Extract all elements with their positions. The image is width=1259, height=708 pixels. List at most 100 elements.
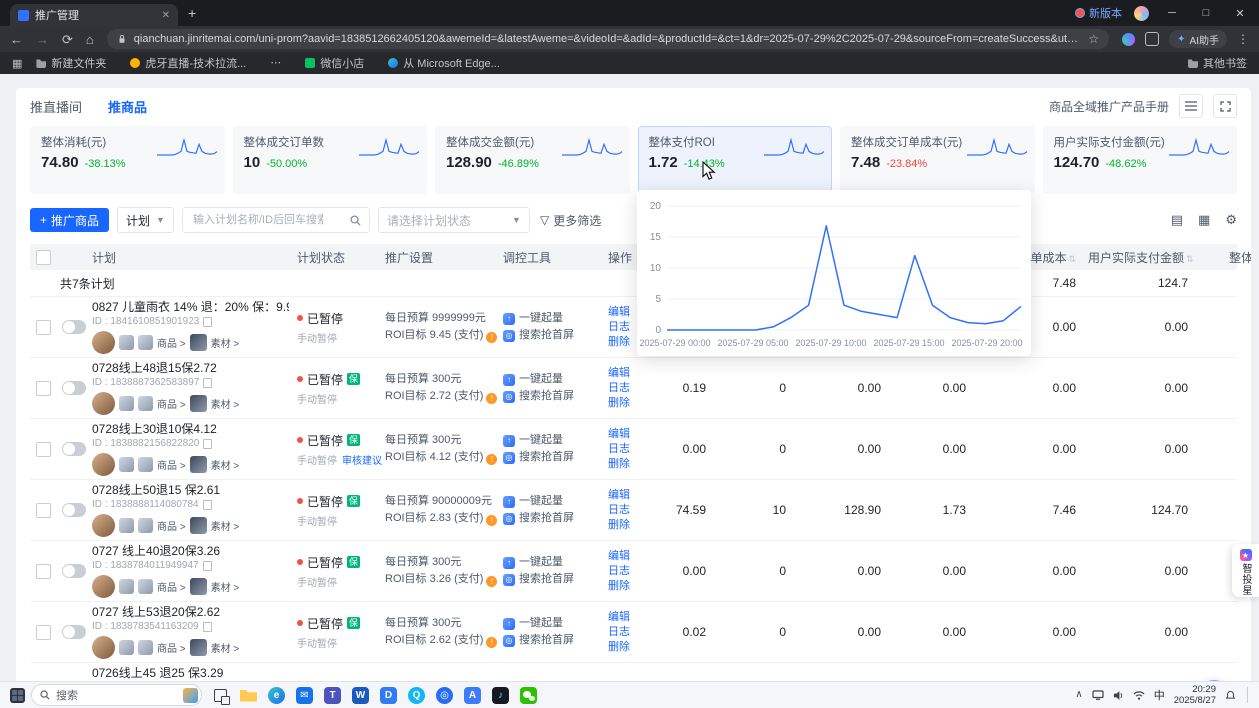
row-checkbox[interactable] (35, 563, 51, 579)
tool-item[interactable]: ◎ 搜索抢首屏 (503, 388, 608, 405)
plan-switch-toggle[interactable] (62, 564, 86, 578)
plan-switch-toggle[interactable] (62, 503, 86, 517)
url-text[interactable]: qianchuan.jinritemai.com/uni-prom?aavid=… (134, 33, 1082, 45)
material-link[interactable]: 素材 > (211, 640, 240, 655)
teams-app-icon[interactable]: T (322, 685, 343, 706)
tool-item[interactable]: ↑ 一键起量 (503, 615, 608, 632)
app-store-app-icon[interactable]: A (462, 685, 483, 706)
douyin-app-icon[interactable]: ♪ (490, 685, 511, 706)
file-explorer-app-icon[interactable] (238, 685, 259, 706)
material-link[interactable]: 素材 > (211, 518, 240, 533)
browser-avatar[interactable] (1134, 5, 1149, 21)
more-filters-button[interactable]: ▽ 更多筛选 (540, 212, 601, 229)
plan-switch-toggle[interactable] (62, 381, 86, 395)
plan-switch-toggle[interactable] (62, 320, 86, 334)
product-manual-link[interactable]: 商品全域推广产品手册 (1049, 98, 1169, 115)
row-checkbox[interactable] (35, 380, 51, 396)
tool-item[interactable]: ◎ 搜索抢首屏 (503, 327, 608, 344)
log-link[interactable]: 日志 (608, 625, 646, 639)
tab-close-icon[interactable]: ✕ (162, 10, 170, 21)
chart-view-icon[interactable]: ▤ (1171, 212, 1183, 228)
other-bookmarks-button[interactable]: 其他书签 (1188, 55, 1247, 71)
mail-app-icon[interactable]: ✉ (294, 685, 315, 706)
bookmark-item[interactable]: 微信小店 (305, 55, 364, 71)
word-app-icon[interactable]: W (350, 685, 371, 706)
smart-invest-widget[interactable]: ★ 智投星 (1232, 544, 1259, 597)
plan-search-input[interactable] (190, 213, 325, 227)
url-bar[interactable]: qianchuan.jinritemai.com/uni-prom?aavid=… (106, 29, 1110, 49)
bookmark-item[interactable]: 新建文件夹 (36, 55, 106, 71)
wechat-app-icon[interactable] (518, 685, 539, 706)
qq-app-icon[interactable]: Q (406, 685, 427, 706)
product-link[interactable]: 商品 > (157, 518, 186, 533)
select-all-checkbox[interactable] (35, 249, 51, 265)
tool-item[interactable]: ◎ 搜索抢首屏 (503, 449, 608, 466)
edit-link[interactable]: 编辑 (608, 427, 646, 441)
grid-view-icon[interactable]: ▦ (1198, 212, 1210, 228)
column-settings-icon[interactable]: ⚙ (1225, 212, 1237, 228)
volume-icon[interactable] (1113, 690, 1124, 701)
task-view-app-icon[interactable] (210, 685, 231, 706)
browser-menu-icon[interactable]: ⋮ (1237, 32, 1249, 46)
new-tab-button[interactable]: + (188, 5, 196, 21)
delete-link[interactable]: 删除 (608, 457, 646, 471)
column-header[interactable]: 用户实际支付金额 ⇅ (1088, 249, 1200, 266)
window-close-button[interactable]: ✕ (1229, 7, 1251, 20)
metric-card[interactable]: 用户实际支付金额(元) 124.70 -48.62% (1042, 126, 1237, 194)
bookmark-item[interactable]: ⋯ (270, 58, 281, 69)
metric-card[interactable]: 整体成交订单数 10 -50.00% (232, 126, 427, 194)
delete-link[interactable]: 删除 (608, 579, 646, 593)
copy-icon[interactable] (202, 560, 212, 571)
copy-icon[interactable] (203, 438, 213, 449)
sort-icon[interactable]: ⇅ (1068, 254, 1076, 264)
copy-icon[interactable] (202, 621, 212, 632)
browser-tab[interactable]: 推广管理 ✕ (10, 4, 178, 26)
tool-item[interactable]: ↑ 一键起量 (503, 432, 608, 449)
sidebar-icon[interactable] (1145, 32, 1160, 46)
plan-switch-toggle[interactable] (62, 442, 86, 456)
browser-app-icon[interactable]: ◎ (434, 685, 455, 706)
display-icon[interactable] (1092, 690, 1104, 700)
plan-search[interactable] (181, 207, 370, 233)
show-desktop-button[interactable] (1247, 687, 1251, 703)
tool-item[interactable]: ↑ 一键起量 (503, 310, 608, 327)
row-checkbox[interactable] (35, 441, 51, 457)
metric-card[interactable]: 整体成交订单成本(元) 7.48 -23.84% (840, 126, 1035, 194)
window-minimize-button[interactable]: ─ (1161, 7, 1183, 19)
view-toggle-button[interactable] (1179, 94, 1203, 118)
copy-icon[interactable] (203, 377, 213, 388)
promote-product-button[interactable]: + 推广商品 (30, 208, 110, 232)
product-link[interactable]: 商品 > (157, 396, 186, 411)
search-icon[interactable] (350, 214, 361, 226)
edge-app-icon[interactable]: e (266, 685, 287, 706)
copy-icon[interactable] (202, 499, 212, 510)
extension-icon[interactable] (1122, 32, 1136, 46)
network-icon[interactable] (1133, 690, 1145, 700)
new-version-button[interactable]: 新版本 (1075, 5, 1122, 21)
back-icon[interactable]: ← (10, 33, 23, 46)
metric-card[interactable]: 整体支付ROI1.72-14.43% (637, 126, 832, 194)
material-link[interactable]: 素材 > (211, 579, 240, 594)
site-info-icon[interactable] (117, 34, 127, 44)
metric-card[interactable]: 整体消耗(元) 74.80 -38.13% (30, 126, 225, 194)
bookmark-item[interactable]: 从 Microsoft Edge... (388, 55, 500, 71)
product-link[interactable]: 商品 > (157, 457, 186, 472)
metric-card[interactable]: 整体成交金额(元) 128.90 -46.89% (435, 126, 630, 194)
log-link[interactable]: 日志 (608, 381, 646, 395)
fullscreen-button[interactable] (1213, 94, 1237, 118)
taskbar-clock[interactable]: 20:29 2025/8/27 (1174, 684, 1216, 706)
log-link[interactable]: 日志 (608, 442, 646, 456)
forward-icon[interactable]: → (36, 33, 49, 46)
refresh-icon[interactable]: ⟳ (62, 33, 73, 46)
log-link[interactable]: 日志 (608, 503, 646, 517)
copy-icon[interactable] (203, 316, 213, 327)
taskbar-search[interactable]: 搜索 (31, 684, 202, 706)
tray-expand-icon[interactable]: ∧ (1075, 690, 1082, 700)
ime-indicator[interactable]: 中 (1154, 687, 1165, 703)
delete-link[interactable]: 删除 (608, 518, 646, 532)
sort-icon[interactable]: ⇅ (1186, 254, 1194, 264)
tool-item[interactable]: ↑ 一键起量 (503, 554, 608, 571)
review-suggestion-link[interactable]: 审核建议 (342, 456, 382, 467)
tool-item[interactable]: ◎ 搜索抢首屏 (503, 571, 608, 588)
row-checkbox[interactable] (35, 502, 51, 518)
